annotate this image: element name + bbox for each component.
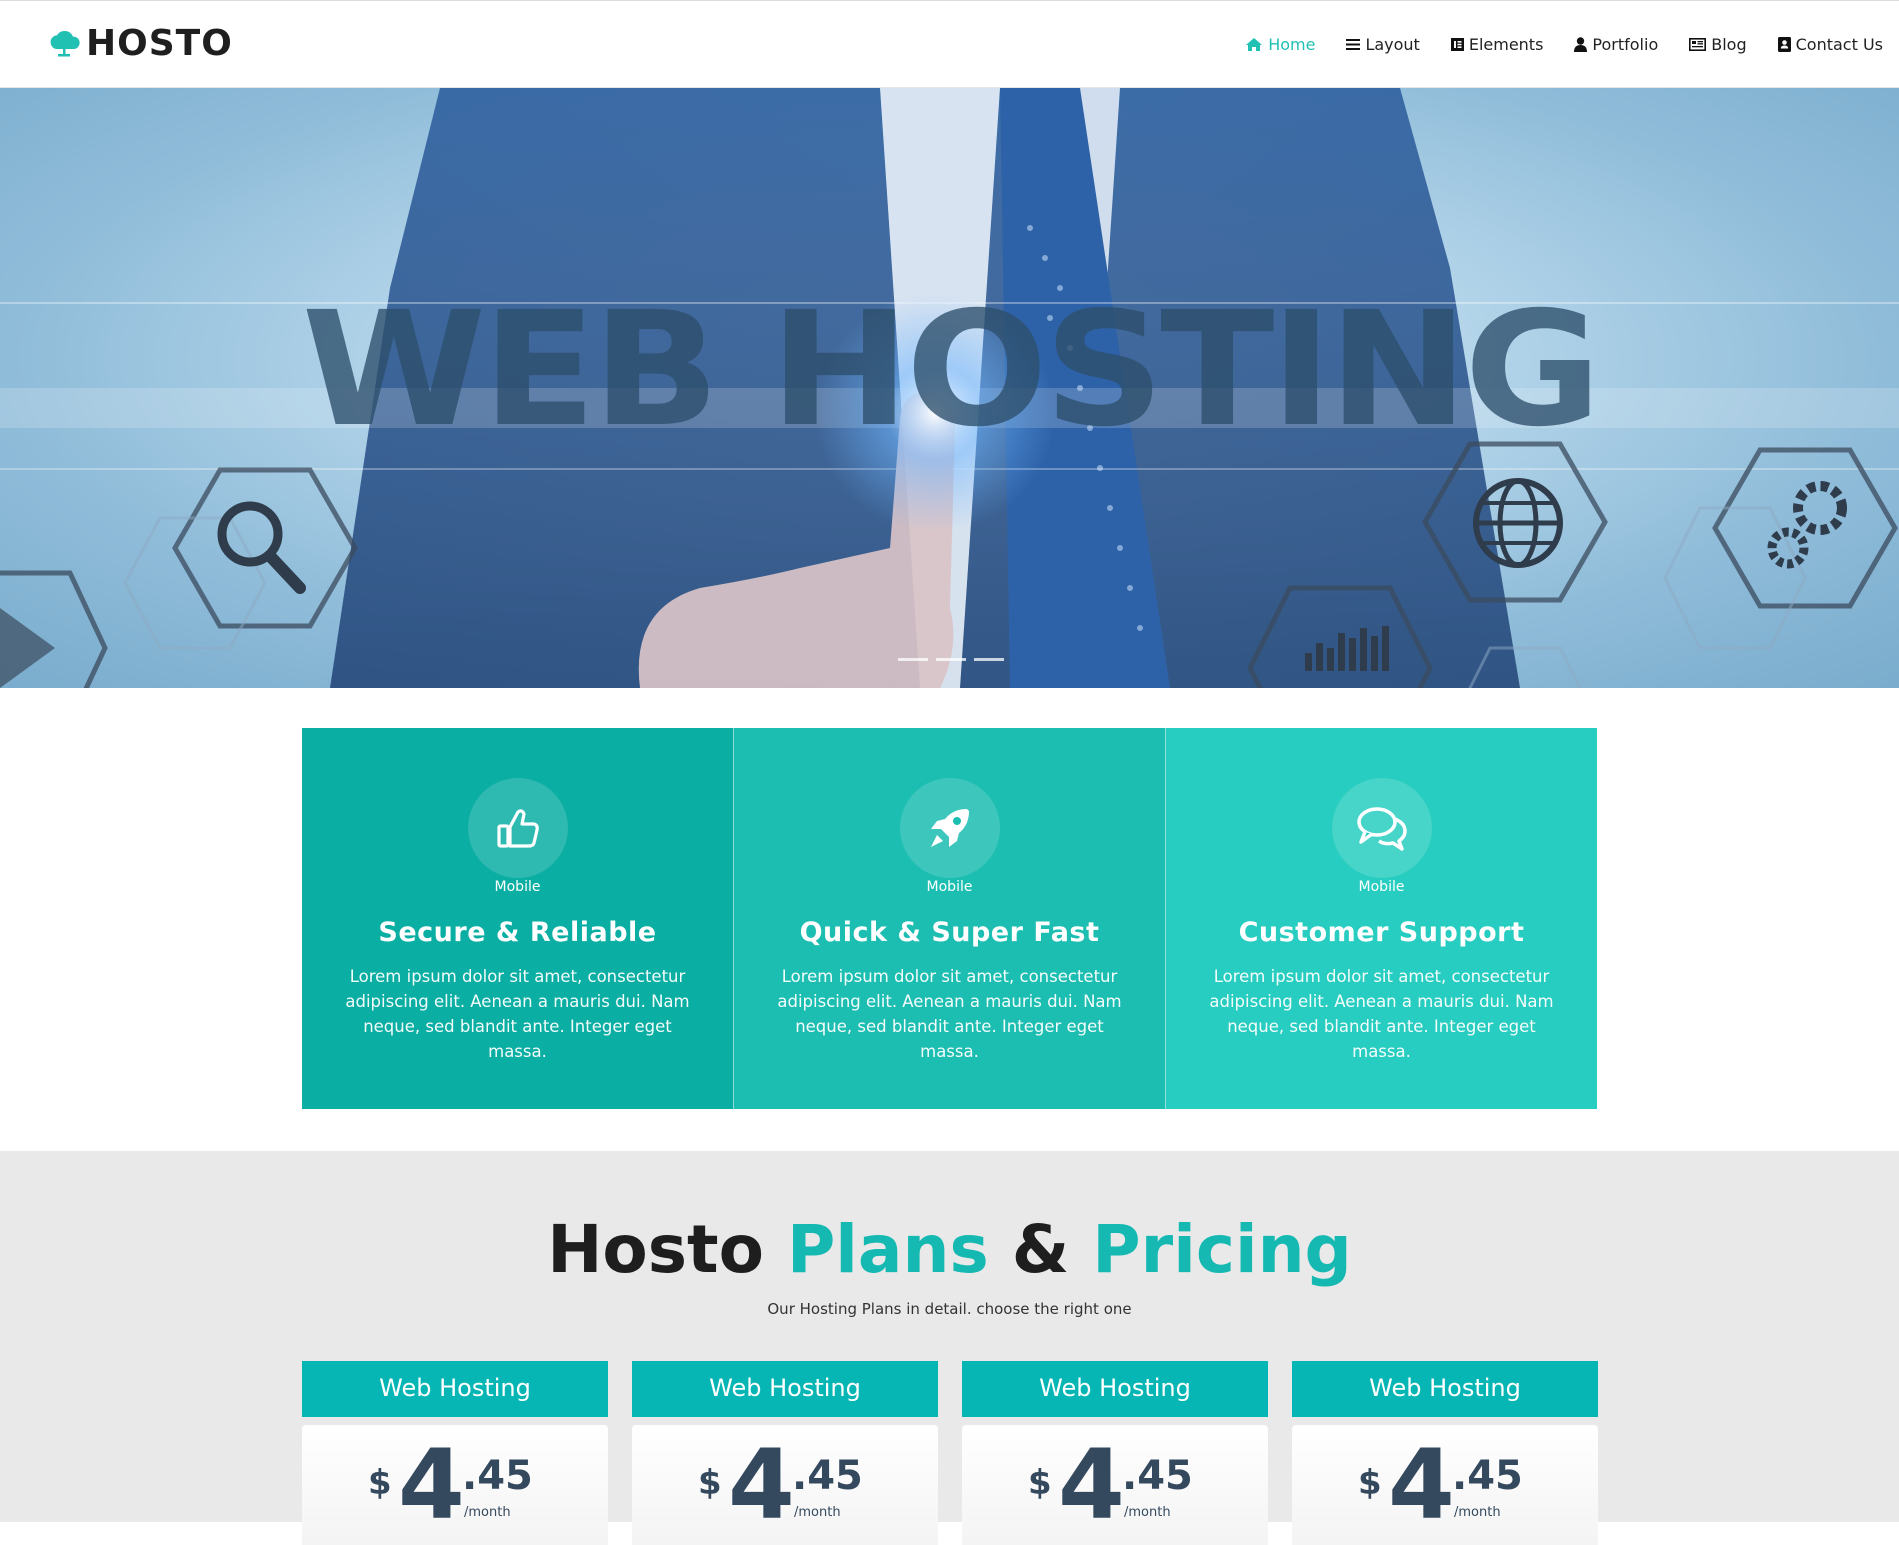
plan-card: Web Hosting $ 4 .45 /month [962,1361,1268,1545]
plan-name[interactable]: Web Hosting [962,1361,1268,1417]
price-currency: $ [1028,1463,1052,1503]
nav-blog[interactable]: Blog [1689,35,1747,54]
feature-title: Customer Support [1238,917,1525,948]
feature-caption: Mobile [494,879,541,895]
hero-headline: WEB HOSTING [301,278,1602,462]
brand-logo[interactable]: HOSTO [48,23,233,64]
plan-name[interactable]: Web Hosting [632,1361,938,1417]
slider-dot[interactable] [936,658,966,661]
feature-caption: Mobile [1358,879,1405,895]
rocket-icon [930,809,969,847]
price-whole: 4 [398,1429,465,1541]
plan-price-box: $ 4 .45 /month [962,1425,1268,1545]
price-whole: 4 [1388,1429,1455,1541]
plan-price-box: $ 4 .45 /month [302,1425,608,1545]
price-whole: 4 [728,1429,795,1541]
thumbs-up-icon [496,809,539,848]
brand-name: HOSTO [86,23,233,64]
feature-text: Lorem ipsum dolor sit amet, consectetur … [777,967,1122,1061]
user-icon [1574,37,1588,52]
nav-layout-label: Layout [1365,35,1420,54]
feature-card: Mobile Quick & Super Fast Lorem ipsum do… [734,728,1166,1109]
nav-portfolio[interactable]: Portfolio [1574,35,1658,54]
plan-card: Web Hosting $ 4 .45 /month [632,1361,938,1545]
plan-name[interactable]: Web Hosting [1292,1361,1598,1417]
price-currency: $ [1358,1463,1382,1503]
plan-price-box: $ 4 .45 /month [632,1425,938,1545]
navbar: HOSTO Home Layout Elements Portfolio Blo… [0,1,1899,88]
price-period: /month [464,1505,511,1520]
price-period: /month [1454,1505,1501,1520]
cloud-icon [50,30,80,56]
address-book-icon [1777,37,1791,52]
slider-dot[interactable] [974,658,1004,661]
plan-name[interactable]: Web Hosting [302,1361,608,1417]
price-cents: .45 [462,1453,533,1499]
slider-dots [898,658,1012,661]
pricing-title-brand: Hosto [547,1211,764,1288]
price-cents: .45 [1452,1453,1523,1499]
bars-icon [1346,39,1361,50]
pricing-subtitle: Our Hosting Plans in detail. choose the … [767,1300,1132,1318]
price-currency: $ [368,1463,392,1503]
nav-contact[interactable]: Contact Us [1777,35,1883,54]
feature-title: Secure & Reliable [378,917,657,948]
newspaper-icon [1689,38,1707,51]
home-icon [1246,38,1263,51]
comments-icon [1356,807,1407,851]
nav-home[interactable]: Home [1245,35,1315,54]
feature-icon-circle [1331,778,1432,878]
feature-icon-circle [467,778,568,878]
elementor-icon [1450,38,1464,51]
feature-caption: Mobile [926,879,973,895]
feature-icon-circle [899,778,1000,878]
feature-card: Mobile Secure & Reliable Lorem ipsum dol… [302,728,734,1109]
pricing-section: Hosto Plans & Pricing Our Hosting Plans … [0,1151,1899,1545]
pricing-title-amp: & [1011,1211,1070,1288]
price-period: /month [794,1505,841,1520]
plans-row: Web Hosting $ 4 .45 /month Web Hosting $… [302,1361,1598,1545]
nav-contact-label: Contact Us [1795,35,1883,54]
pricing-title: Hosto Plans & Pricing [0,1211,1899,1288]
nav-portfolio-label: Portfolio [1592,35,1659,54]
pricing-title-plans: Plans [786,1211,989,1288]
plan-card: Web Hosting $ 4 .45 /month [1292,1361,1598,1545]
plan-card: Web Hosting $ 4 .45 /month [302,1361,608,1545]
slider-dot[interactable] [898,658,928,661]
features-row: Mobile Secure & Reliable Lorem ipsum dol… [302,728,1597,1111]
price-cents: .45 [792,1453,863,1499]
nav-elements-label: Elements [1468,35,1544,54]
nav-elements[interactable]: Elements [1450,35,1544,54]
feature-text: Lorem ipsum dolor sit amet, consectetur … [345,967,690,1061]
main-nav: Home Layout Elements Portfolio Blog Cont… [1214,35,1883,54]
plan-price-box: $ 4 .45 /month [1292,1425,1598,1545]
price-period: /month [1124,1505,1171,1520]
nav-home-label: Home [1268,35,1316,54]
price-whole: 4 [1058,1429,1125,1541]
feature-title: Quick & Super Fast [799,917,1100,948]
pricing-title-pricing: Pricing [1092,1211,1352,1288]
price-cents: .45 [1122,1453,1193,1499]
price-currency: $ [698,1463,722,1503]
feature-card: Mobile Customer Support Lorem ipsum dolo… [1166,728,1597,1109]
feature-text: Lorem ipsum dolor sit amet, consectetur … [1209,967,1554,1061]
nav-blog-label: Blog [1711,35,1747,54]
hero-banner: WEB HOSTING [0,88,1899,688]
nav-layout[interactable]: Layout [1346,35,1420,54]
